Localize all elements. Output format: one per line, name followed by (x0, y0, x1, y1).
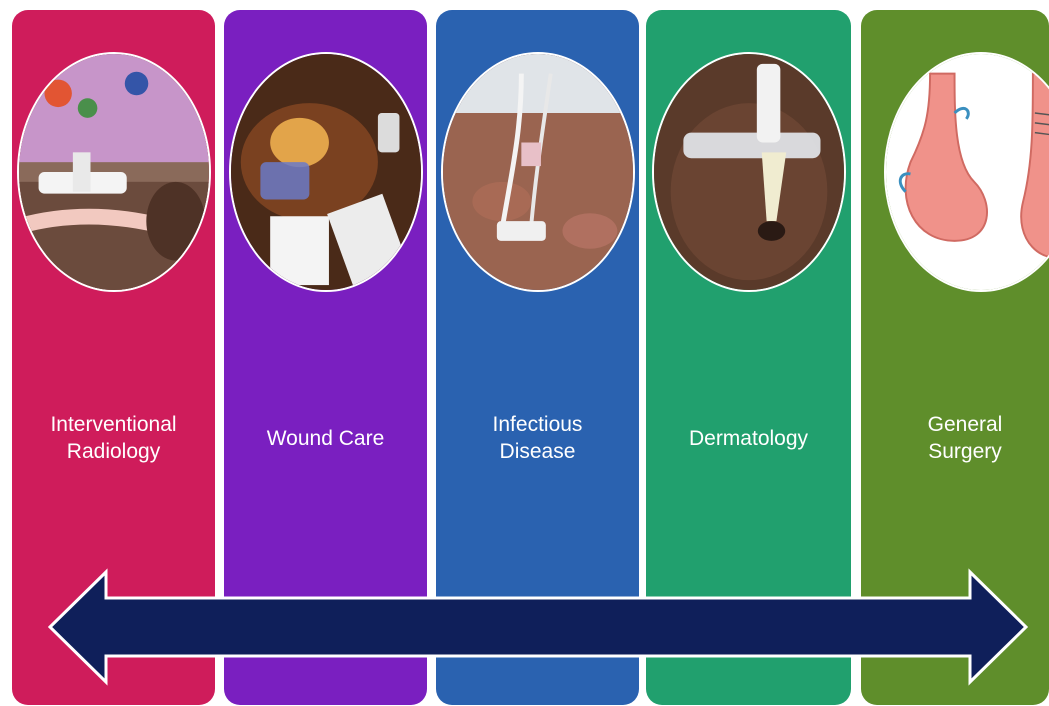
skin-tube-photo (651, 52, 846, 292)
panel-label: Wound Care (266, 426, 385, 450)
drainage-catheter-photo (16, 52, 211, 292)
panel-label: Infectious Disease (492, 413, 583, 463)
panel-label: General Surgery (927, 413, 1003, 463)
iv-line-photo (440, 52, 635, 292)
stomach-illustration (884, 52, 1049, 292)
panel-label: Dermatology (688, 426, 809, 450)
wound-drain-photo (228, 52, 423, 292)
double-headed-arrow-icon (48, 568, 1028, 686)
panel-label: Interventional Radiology (50, 413, 177, 463)
